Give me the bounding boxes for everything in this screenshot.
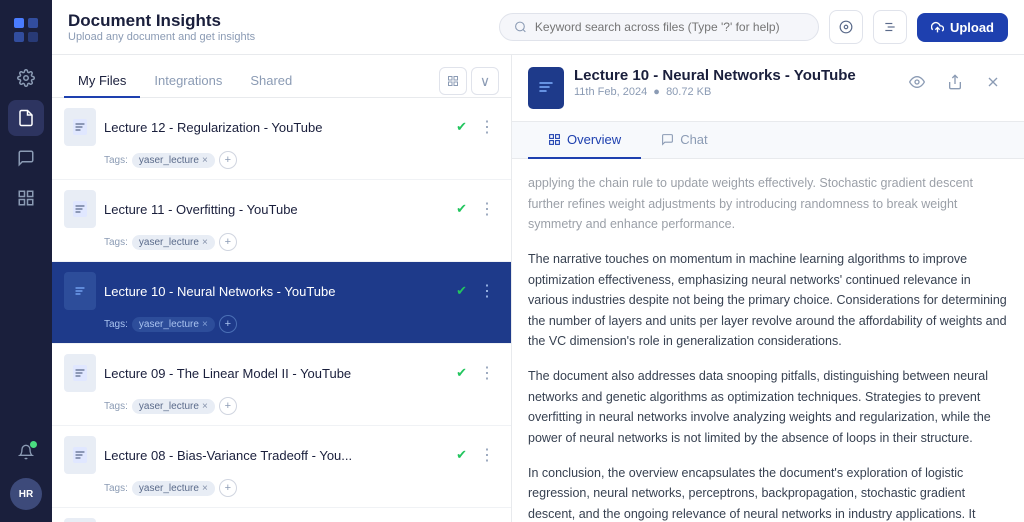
tab-overview[interactable]: Overview	[528, 122, 641, 159]
overview-paragraph-3: In conclusion, the overview encapsulates…	[528, 463, 1008, 522]
add-tag-button[interactable]: +	[219, 397, 237, 415]
upload-icon	[931, 21, 944, 34]
file-name: Lecture 09 - The Linear Model II - YouTu…	[104, 366, 448, 381]
tab-shared[interactable]: Shared	[236, 65, 306, 98]
chat-icon	[661, 133, 674, 146]
notification-bell-icon[interactable]	[8, 434, 44, 470]
search-input[interactable]	[535, 20, 804, 34]
user-avatar[interactable]: HR	[10, 478, 42, 510]
file-panel: My Files Integrations Shared ∨	[52, 55, 512, 522]
list-item[interactable]: Lecture 10 - Neural Networks - YouTube ✔…	[52, 262, 511, 344]
overview-paragraph-1: The narrative touches on momentum in mac…	[528, 249, 1008, 352]
file-icon	[64, 518, 96, 522]
file-icon	[64, 354, 96, 392]
sidebar: HR	[0, 0, 52, 522]
detail-document-title: Lecture 10 - Neural Networks - YouTube	[574, 67, 892, 84]
detail-tabs: Overview Chat	[512, 122, 1024, 159]
list-item[interactable]: Lecture 08 - Bias-Variance Tradeoff - Yo…	[52, 426, 511, 508]
file-panel-tabs: My Files Integrations Shared ∨	[52, 55, 511, 98]
app-subtitle: Upload any document and get insights	[68, 31, 255, 43]
file-name: Lecture 11 - Overfitting - YouTube	[104, 202, 448, 217]
list-item[interactable]: Lecture 12 - Regularization - YouTube ✔ …	[52, 98, 511, 180]
tag-chip: yaser_lecture ×	[132, 481, 215, 496]
app-logo	[8, 12, 44, 48]
app-header: Document Insights Upload any document an…	[52, 0, 1024, 55]
file-icon	[64, 272, 96, 310]
list-item[interactable]: Lecture 11 - Overfitting - YouTube ✔ ⋮ T…	[52, 180, 511, 262]
verified-icon: ✔	[456, 447, 467, 463]
overview-paragraph-2: The document also addresses data snoopin…	[528, 366, 1008, 449]
share-button[interactable]	[940, 67, 970, 97]
overview-icon	[548, 133, 561, 146]
add-tag-button[interactable]: +	[219, 233, 237, 251]
overview-faded-text: applying the chain rule to update weight…	[528, 173, 1008, 235]
file-more-button[interactable]: ⋮	[475, 197, 499, 221]
tag-chip: yaser_lecture ×	[132, 399, 215, 414]
detail-header: Lecture 10 - Neural Networks - YouTube 1…	[512, 55, 1024, 122]
list-item[interactable]: Lecture 09 - The Linear Model II - YouTu…	[52, 344, 511, 426]
filter-button[interactable]	[873, 10, 907, 44]
detail-panel: Lecture 10 - Neural Networks - YouTube 1…	[512, 55, 1024, 522]
file-list: Lecture 12 - Regularization - YouTube ✔ …	[52, 98, 511, 522]
sidebar-item-settings[interactable]	[8, 60, 44, 96]
file-icon	[64, 108, 96, 146]
add-tag-button[interactable]: +	[219, 479, 237, 497]
file-name: Lecture 08 - Bias-Variance Tradeoff - Yo…	[104, 448, 448, 463]
file-icon	[64, 190, 96, 228]
search-bar[interactable]	[499, 13, 819, 41]
file-more-button[interactable]: ⋮	[475, 443, 499, 467]
file-more-button[interactable]: ⋮	[475, 361, 499, 385]
add-tag-button[interactable]: +	[219, 151, 237, 169]
header-title-block: Document Insights Upload any document an…	[68, 11, 255, 43]
tag-chip: yaser_lecture ×	[132, 317, 215, 332]
view-toggle-button[interactable]	[439, 67, 467, 95]
content-row: My Files Integrations Shared ∨	[52, 55, 1024, 522]
detail-meta: 11th Feb, 2024 ● 80.72 KB	[574, 86, 892, 98]
file-more-button[interactable]: ⋮	[475, 279, 499, 303]
header-actions: Upload	[499, 10, 1008, 44]
upload-button[interactable]: Upload	[917, 13, 1008, 42]
file-icon	[64, 436, 96, 474]
list-item[interactable]: Lecture 07 - The VC Dimension - YouTube …	[52, 508, 511, 522]
detail-file-icon	[528, 67, 564, 109]
app-title: Document Insights	[68, 11, 255, 31]
tab-actions: ∨	[439, 67, 499, 95]
file-name: Lecture 10 - Neural Networks - YouTube	[104, 284, 448, 299]
more-options-button[interactable]: ∨	[471, 67, 499, 95]
close-button[interactable]	[978, 67, 1008, 97]
verified-icon: ✔	[456, 365, 467, 381]
file-more-button[interactable]: ⋮	[475, 115, 499, 139]
preview-button[interactable]	[902, 67, 932, 97]
verified-icon: ✔	[456, 283, 467, 299]
verified-icon: ✔	[456, 119, 467, 135]
sidebar-bottom: HR	[8, 434, 44, 510]
tag-chip: yaser_lecture ×	[132, 153, 215, 168]
sidebar-item-grid[interactable]	[8, 180, 44, 216]
tab-integrations[interactable]: Integrations	[140, 65, 236, 98]
verified-icon: ✔	[456, 201, 467, 217]
sidebar-item-chat[interactable]	[8, 140, 44, 176]
tab-my-files[interactable]: My Files	[64, 65, 140, 98]
tag-chip: yaser_lecture ×	[132, 235, 215, 250]
add-tag-button[interactable]: +	[219, 315, 237, 333]
main-wrapper: Document Insights Upload any document an…	[52, 0, 1024, 522]
voice-search-button[interactable]	[829, 10, 863, 44]
search-icon	[514, 20, 527, 34]
detail-actions	[902, 67, 1008, 97]
detail-title-block: Lecture 10 - Neural Networks - YouTube 1…	[574, 67, 892, 98]
detail-content: applying the chain rule to update weight…	[512, 159, 1024, 522]
sidebar-item-documents[interactable]	[8, 100, 44, 136]
file-name: Lecture 12 - Regularization - YouTube	[104, 120, 448, 135]
tab-chat[interactable]: Chat	[641, 122, 727, 159]
